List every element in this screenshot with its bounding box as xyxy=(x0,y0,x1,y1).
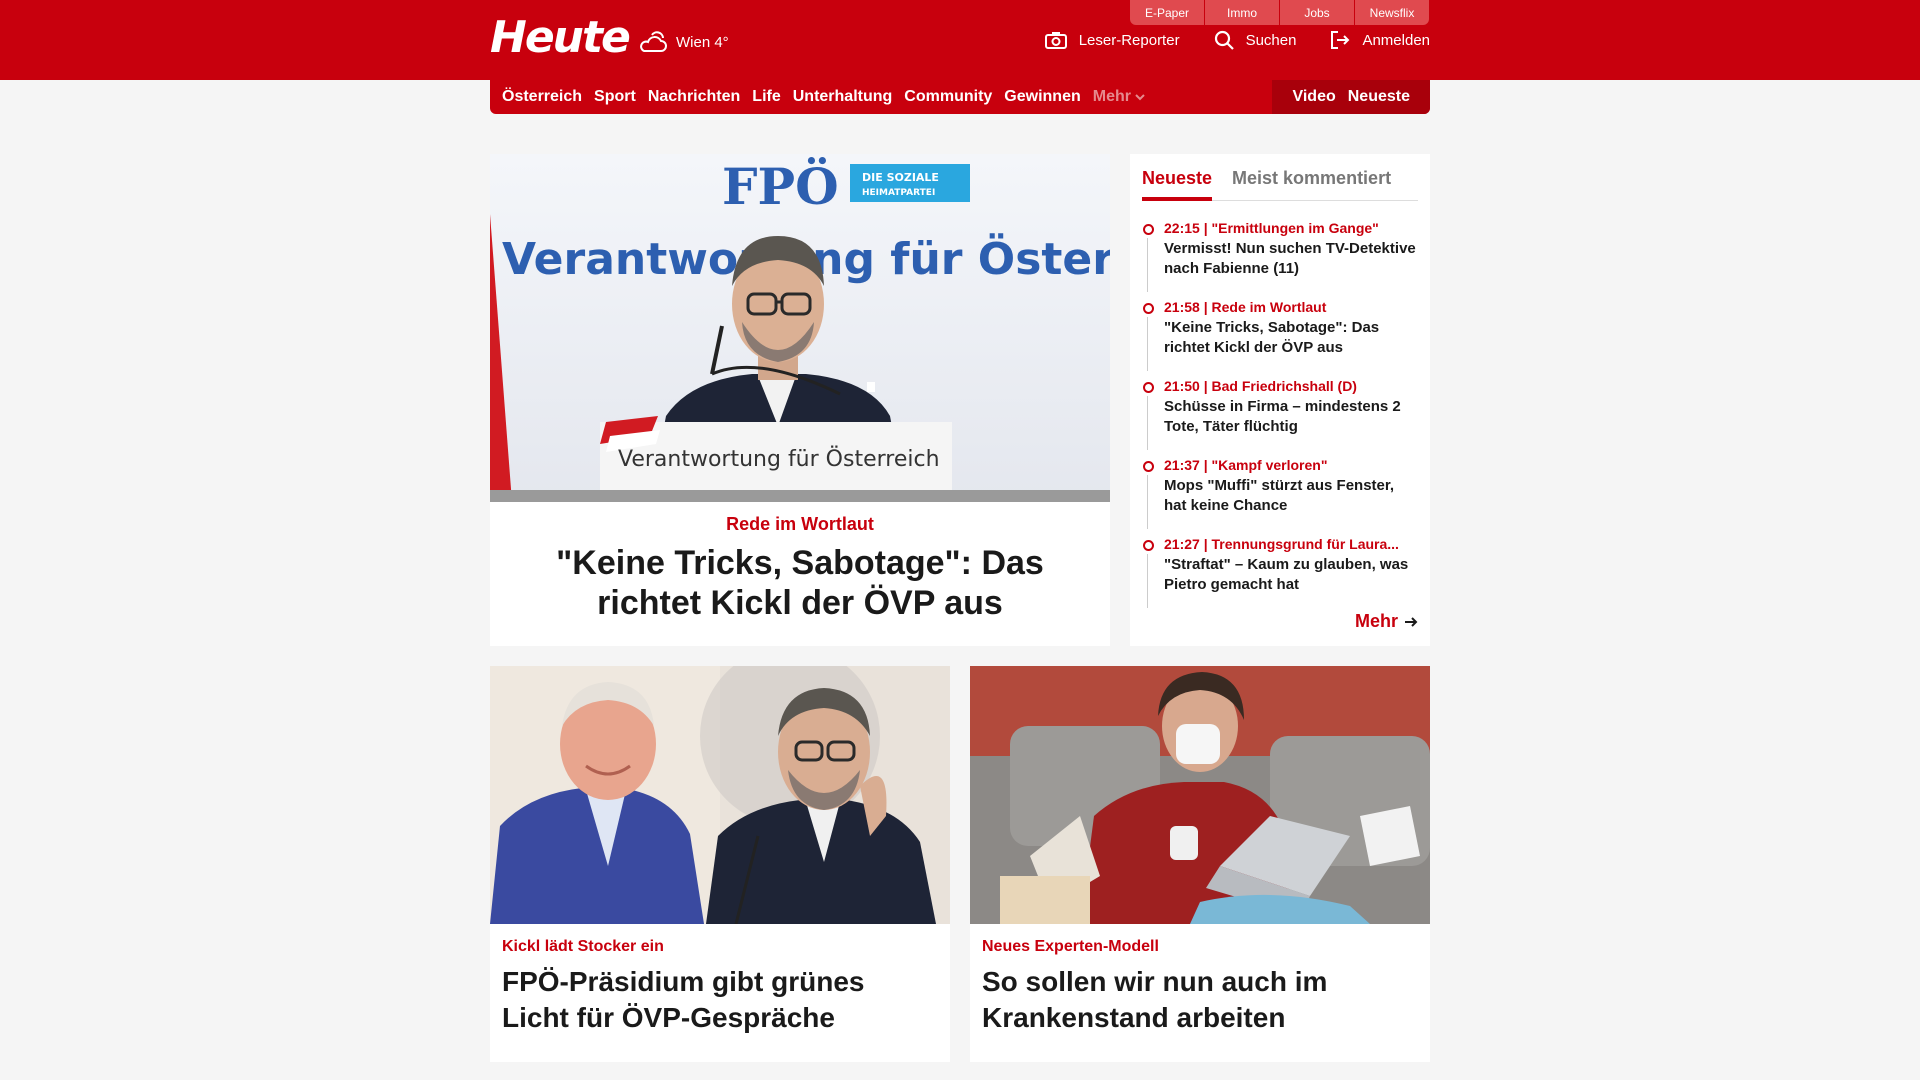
chevron-down-icon xyxy=(1135,94,1145,101)
top-bar xyxy=(0,0,1920,80)
ticker-item[interactable]: 22:15 | "Ermittlungen im Gange" Vermisst… xyxy=(1142,219,1418,298)
hero-title[interactable]: "Keine Tricks, Sabotage": Das richtet Ki… xyxy=(514,543,1086,623)
nav-item-oesterreich[interactable]: Österreich xyxy=(502,88,582,106)
tab-neueste[interactable]: Neueste xyxy=(1142,162,1213,201)
nav-more-label: Mehr xyxy=(1092,88,1131,105)
tab-newsflix[interactable]: Newsflix xyxy=(1355,0,1429,25)
login-label: Anmelden xyxy=(1362,31,1430,49)
article-card[interactable]: Neues Experten-Modell So sollen wir nun … xyxy=(970,666,1430,1062)
card-title[interactable]: FPÖ-Präsidium gibt grünes Licht für ÖVP-… xyxy=(502,964,938,1036)
ticker-item-meta: 22:15 | "Ermittlungen im Gange" xyxy=(1164,220,1379,236)
ticker-item-meta: 21:27 | Trennungsgrund für Laura... xyxy=(1164,536,1399,552)
camera-icon xyxy=(1044,32,1067,49)
ticker-item-title: Schüsse in Firma – mindestens 2 Tote, Tä… xyxy=(1164,398,1401,435)
hero-image-party-text: FPÖ xyxy=(722,156,839,216)
nav-item-gewinnen[interactable]: Gewinnen xyxy=(1004,88,1080,106)
article-card[interactable]: Kickl lädt Stocker ein FPÖ-Präsidium gib… xyxy=(490,666,950,1062)
login-button[interactable]: Anmelden xyxy=(1330,30,1430,50)
ticker-more-label: Mehr xyxy=(1354,611,1398,631)
ticker-item-meta: 21:37 | "Kampf verloren" xyxy=(1164,457,1328,473)
tab-meist-kommentiert[interactable]: Meist kommentiert xyxy=(1232,162,1391,200)
nav-item-nachrichten[interactable]: Nachrichten xyxy=(648,88,740,106)
ticker-item[interactable]: 21:50 | Bad Friedrichshall (D) Schüsse i… xyxy=(1142,377,1418,456)
ticker-list: 22:15 | "Ermittlungen im Gange" Vermisst… xyxy=(1142,219,1418,614)
arrow-right-icon xyxy=(1405,616,1418,627)
login-icon xyxy=(1331,31,1350,49)
ticker-item[interactable]: 21:37 | "Kampf verloren" Mops "Muffi" st… xyxy=(1142,456,1418,535)
hero-image-badge-line1: DIE SOZIALE xyxy=(862,171,939,184)
ticker-item-meta: 21:50 | Bad Friedrichshall (D) xyxy=(1164,378,1357,394)
main-nav: Österreich Sport Nachrichten Life Unterh… xyxy=(490,80,1430,114)
leser-reporter-button[interactable]: Leser-Reporter xyxy=(1044,30,1180,50)
utility-tabs: E-Paper Immo Jobs Newsflix xyxy=(1130,0,1429,25)
card-image[interactable] xyxy=(490,666,950,924)
weather-text: Wien 4° xyxy=(676,33,729,51)
heute-logo[interactable]: Heute xyxy=(490,14,631,62)
leser-reporter-label: Leser-Reporter xyxy=(1078,31,1180,49)
tab-jobs[interactable]: Jobs xyxy=(1280,0,1355,25)
hero-image-badge-line2: HEIMATPARTEI xyxy=(862,188,935,198)
nav-item-community[interactable]: Community xyxy=(904,88,992,106)
ticker-item-meta: 21:58 | Rede im Wortlaut xyxy=(1164,299,1327,315)
header-actions: Leser-Reporter Suchen Anmelden xyxy=(1044,30,1430,50)
nav-item-mehr[interactable]: Mehr xyxy=(1093,88,1145,106)
ticker-tabs: Neueste Meist kommentiert xyxy=(1142,162,1418,201)
nav-item-unterhaltung[interactable]: Unterhaltung xyxy=(793,88,893,106)
cloud-sun-icon xyxy=(640,31,667,52)
card-kicker: Neues Experten-Modell xyxy=(982,938,1159,955)
tab-e-paper[interactable]: E-Paper xyxy=(1130,0,1205,25)
nav-item-sport[interactable]: Sport xyxy=(594,88,636,106)
ticker-item[interactable]: 21:27 | Trennungsgrund für Laura... "Str… xyxy=(1142,535,1418,614)
card-title[interactable]: So sollen wir nun auch im Krankenstand a… xyxy=(982,964,1418,1036)
card-photo-politicians xyxy=(490,666,950,924)
hero-image-podium-text: Verantwortung für Österreich xyxy=(618,446,940,472)
tab-immo[interactable]: Immo xyxy=(1205,0,1280,25)
hero-image[interactable]: FPÖ DIE SOZIALE HEIMATPARTEI Verantwortu… xyxy=(490,154,1110,502)
ticker-item-title: Vermisst! Nun suchen TV-Detektive nach F… xyxy=(1164,240,1416,277)
card-photo-sick-woman xyxy=(970,666,1430,924)
weather-widget[interactable]: Wien 4° xyxy=(638,26,729,58)
ticker-item[interactable]: 21:58 | Rede im Wortlaut "Keine Tricks, … xyxy=(1142,298,1418,377)
nav-right-group: Video Neueste xyxy=(1272,80,1430,114)
search-button[interactable]: Suchen xyxy=(1214,30,1297,50)
search-icon xyxy=(1214,30,1234,50)
ticker-item-title: "Keine Tricks, Sabotage": Das richtet Ki… xyxy=(1164,319,1380,356)
nav-item-neueste[interactable]: Neueste xyxy=(1348,88,1410,106)
hero-article[interactable]: FPÖ DIE SOZIALE HEIMATPARTEI Verantwortu… xyxy=(490,154,1110,646)
hero-kicker: Rede im Wortlaut xyxy=(726,514,874,534)
ticker-more-link[interactable]: Mehr xyxy=(1355,611,1418,632)
card-kicker: Kickl lädt Stocker ein xyxy=(502,938,664,955)
hero-photo: FPÖ DIE SOZIALE HEIMATPARTEI Verantwortu… xyxy=(490,154,1110,502)
card-image[interactable] xyxy=(970,666,1430,924)
nav-item-video[interactable]: Video xyxy=(1292,88,1335,106)
nav-item-life[interactable]: Life xyxy=(752,88,780,106)
ticker-item-title: "Straftat" – Kaum zu glauben, was Pietro… xyxy=(1164,556,1409,593)
ticker-item-title: Mops "Muffi" stürzt aus Fenster, hat kei… xyxy=(1164,477,1395,514)
news-ticker-sidebar: Neueste Meist kommentiert 22:15 | "Ermit… xyxy=(1130,154,1430,646)
search-label: Suchen xyxy=(1245,31,1297,49)
